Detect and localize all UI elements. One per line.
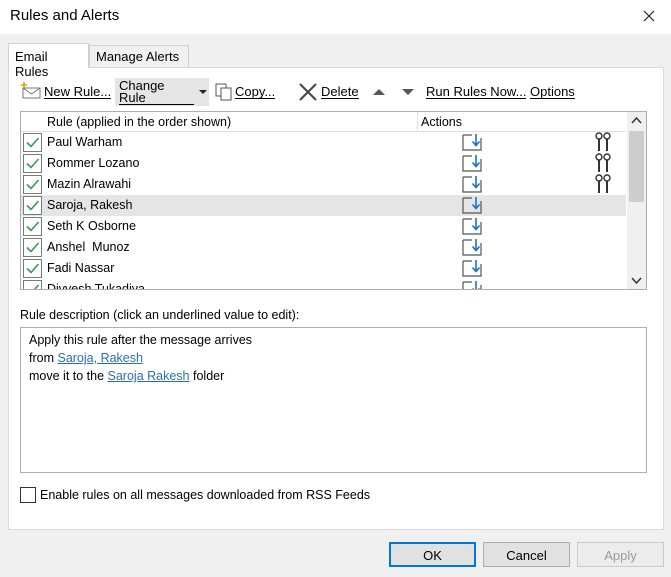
rule-row[interactable]: Mazin Alrawahi [21,174,626,195]
description-line-1: Apply this rule after the message arrive… [29,333,253,347]
email-rules-panel: New Rule... Change Rule Copy... Delete R… [8,67,664,530]
rule-row[interactable]: Fadi Nassar [21,258,626,279]
rule-name: Seth K Osborne [47,219,136,233]
apply-button[interactable]: Apply [577,542,664,567]
copy-icon [215,83,232,101]
arrow-down-icon [402,89,414,95]
rule-name: Divyesh Tukadiya [47,282,145,290]
rule-enabled-checkbox[interactable] [23,280,42,289]
rule-row[interactable]: Seth K Osborne [21,216,626,237]
copy-button[interactable]: Copy... [213,78,276,106]
dropdown-arrow-icon [199,90,207,94]
rule-row[interactable]: Paul Warham [21,132,626,153]
move-to-folder-icon [461,175,483,197]
new-rule-button[interactable]: New Rule... [20,78,112,106]
move-to-folder-icon [461,196,483,218]
description-line-3: move it to the Saroja Rakesh folder [29,369,225,383]
move-to-folder-icon [461,259,483,281]
rule-name: Mazin Alrawahi [47,177,132,191]
move-to-folder-icon [461,217,483,239]
rule-description-box: Apply this rule after the message arrive… [20,327,647,473]
folder-link[interactable]: Saroja Rakesh [108,369,190,383]
rule-enabled-checkbox[interactable] [23,238,42,257]
rule-name: Fadi Nassar [47,261,115,275]
rules-list-header: Rule (applied in the order shown) Action… [21,112,628,132]
new-rule-icon [21,82,41,99]
move-to-folder-icon [461,238,483,260]
move-down-button[interactable] [399,78,417,106]
rule-name: Rommer Lozano [47,156,140,170]
window-title: Rules and Alerts [10,7,120,24]
rules-list: Rule (applied in the order shown) Action… [20,111,647,290]
scrollbar-thumb[interactable] [629,131,644,202]
description-line-2: from Saroja, Rakesh [29,351,143,365]
cancel-button[interactable]: Cancel [483,542,570,567]
rule-enabled-checkbox[interactable] [23,259,42,278]
rule-row[interactable]: Saroja, Rakesh [21,195,626,216]
rule-row[interactable]: Divyesh Tukadiya [21,279,626,290]
run-rules-now-button[interactable]: Run Rules Now... [426,78,527,106]
vertical-scrollbar[interactable] [627,112,646,289]
rule-enabled-checkbox[interactable] [23,133,42,152]
scroll-down-icon[interactable] [627,271,646,289]
sender-link[interactable]: Saroja, Rakesh [57,351,142,365]
rule-row[interactable]: Anshel Munoz [21,237,626,258]
rule-name: Paul Warham [47,135,123,149]
move-to-folder-icon [461,133,483,155]
move-to-folder-icon [461,154,483,176]
close-icon[interactable] [637,4,661,28]
rule-enabled-checkbox[interactable] [23,217,42,236]
tab-manage-alerts[interactable]: Manage Alerts [89,45,189,67]
rules-toolbar: New Rule... Change Rule Copy... Delete R… [20,78,650,106]
rule-row[interactable]: Rommer Lozano [21,153,626,174]
rss-label: Enable rules on all messages downloaded … [40,488,371,502]
column-header-rule[interactable]: Rule (applied in the order shown) [21,112,418,131]
rule-enabled-checkbox[interactable] [23,196,42,215]
change-rule-button[interactable]: Change Rule [115,78,209,106]
rule-name: Anshel Munoz [47,240,130,254]
ok-button[interactable]: OK [389,542,476,567]
rss-checkbox[interactable] [20,487,36,503]
column-header-actions[interactable]: Actions [419,112,626,131]
move-up-button[interactable] [370,78,388,106]
move-to-folder-icon [461,280,483,289]
scroll-up-icon[interactable] [627,112,646,130]
rule-description-label: Rule description (click an underlined va… [20,308,300,322]
arrow-up-icon [373,89,385,95]
title-bar: Rules and Alerts [0,0,671,34]
tab-email-rules[interactable]: Email Rules [8,43,89,79]
rule-enabled-checkbox[interactable] [23,175,42,194]
rule-name: Saroja, Rakesh [47,198,133,212]
rule-enabled-checkbox[interactable] [23,154,42,173]
options-button[interactable]: Options [530,78,575,106]
rss-rules-option[interactable]: Enable rules on all messages downloaded … [20,486,370,504]
delete-icon [299,83,317,101]
delete-button[interactable]: Delete [297,78,359,106]
